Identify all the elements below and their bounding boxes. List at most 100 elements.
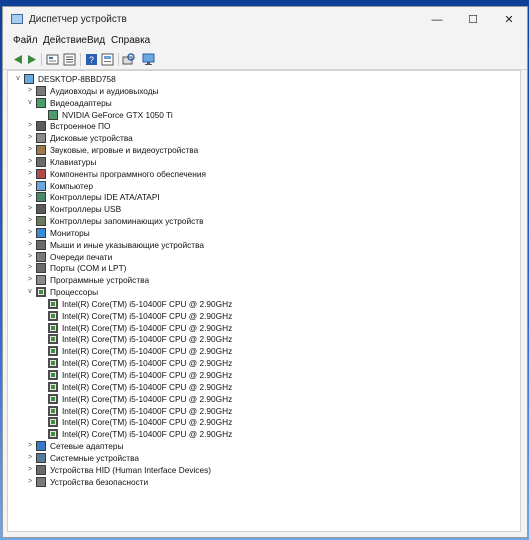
avito-watermark: Avito bbox=[420, 498, 528, 536]
keyboard-icon bbox=[36, 156, 46, 167]
hid-icon bbox=[36, 464, 46, 475]
help-icon[interactable]: ? bbox=[85, 53, 98, 66]
speaker-icon bbox=[36, 85, 46, 96]
ide-controller-icon bbox=[36, 192, 46, 203]
expand-chevron-icon[interactable]: > bbox=[26, 215, 34, 227]
port-icon bbox=[36, 263, 46, 274]
tree-item-label: Устройства HID (Human Interface Devices) bbox=[50, 464, 211, 475]
title-bar[interactable]: Диспетчер устройств — ☐ ✕ bbox=[3, 7, 527, 33]
details-icon[interactable] bbox=[101, 53, 114, 66]
tree-item-label: Процессоры bbox=[50, 287, 99, 298]
expand-chevron-icon[interactable]: > bbox=[26, 180, 34, 192]
scan-icon[interactable] bbox=[122, 53, 135, 66]
collapse-chevron-icon[interactable]: v bbox=[26, 286, 34, 298]
svg-text:?: ? bbox=[89, 55, 94, 65]
collapse-chevron-icon[interactable]: v bbox=[14, 73, 22, 85]
tree-item-label: Intel(R) Core(TM) i5-10400F CPU @ 2.90GH… bbox=[62, 346, 233, 357]
expand-chevron-icon[interactable]: > bbox=[26, 262, 34, 274]
watermark-text: Avito bbox=[460, 503, 517, 530]
sound-icon bbox=[36, 145, 46, 156]
tree-item-label: Intel(R) Core(TM) i5-10400F CPU @ 2.90GH… bbox=[62, 334, 233, 345]
tree-item-label: Видеоадаптеры bbox=[50, 97, 112, 108]
tree-item-label: Intel(R) Core(TM) i5-10400F CPU @ 2.90GH… bbox=[62, 298, 233, 309]
expand-chevron-icon[interactable]: > bbox=[26, 132, 34, 144]
processor-icon bbox=[48, 334, 58, 345]
forward-icon[interactable] bbox=[26, 53, 39, 66]
processor-icon bbox=[48, 405, 58, 416]
device-tree-pane[interactable]: v DESKTOP-8BBD758 > Аудиовходы и аудиовыход… bbox=[7, 70, 521, 532]
expand-chevron-icon[interactable]: > bbox=[26, 452, 34, 464]
computer-icon bbox=[24, 74, 34, 84]
toolbar: ? bbox=[3, 51, 527, 70]
expand-chevron-icon[interactable]: > bbox=[26, 203, 34, 215]
software-component-icon bbox=[36, 168, 46, 179]
tree-item-label: DESKTOP-8BBD758 bbox=[38, 74, 116, 84]
expand-chevron-icon[interactable]: > bbox=[26, 464, 34, 476]
tree-item-label: Контроллеры запоминающих устройств bbox=[50, 216, 204, 227]
toolbar-separator bbox=[41, 53, 42, 66]
monitor-icon bbox=[36, 227, 46, 238]
expand-chevron-icon[interactable]: > bbox=[26, 251, 34, 263]
tree-item-label: Intel(R) Core(TM) i5-10400F CPU @ 2.90GH… bbox=[62, 358, 233, 369]
processor-icon bbox=[36, 287, 46, 298]
processor-icon bbox=[48, 298, 58, 309]
tree-item-label: Звуковые, игровые и видеоустройства bbox=[50, 145, 199, 156]
expand-chevron-icon[interactable]: > bbox=[26, 144, 34, 156]
tree-item-label: Клавиатуры bbox=[50, 156, 97, 167]
logo-dot bbox=[442, 518, 452, 528]
expand-chevron-icon[interactable]: > bbox=[26, 227, 34, 239]
tree-item-label: Устройства безопасности bbox=[50, 476, 149, 487]
tree-item-label: Intel(R) Core(TM) i5-10400F CPU @ 2.90GH… bbox=[62, 429, 233, 440]
properties-icon[interactable] bbox=[46, 53, 59, 66]
expand-chevron-icon[interactable]: > bbox=[26, 274, 34, 286]
expand-chevron-icon[interactable]: > bbox=[26, 120, 34, 132]
network-adapter-icon bbox=[36, 441, 46, 452]
system-device-icon bbox=[36, 452, 46, 463]
tree-item-label: Встроенное ПО bbox=[50, 121, 111, 132]
computer-icon bbox=[36, 180, 46, 191]
device-manager-window: Диспетчер устройств — ☐ ✕ Файл Действие … bbox=[2, 6, 528, 538]
security-device-icon bbox=[36, 476, 46, 487]
expand-chevron-icon[interactable]: > bbox=[26, 239, 34, 251]
menu-action[interactable]: Действие bbox=[43, 35, 87, 46]
tree-item-label: Мыши и иные указывающие устройства bbox=[50, 239, 205, 250]
tree-item-label: Компоненты программного обеспечения bbox=[50, 168, 206, 179]
menu-file[interactable]: Файл bbox=[13, 35, 38, 46]
toolbar-separator bbox=[80, 53, 81, 66]
expand-chevron-icon[interactable]: > bbox=[26, 476, 34, 488]
tree-item-label: Аудиовходы и аудиовыходы bbox=[50, 85, 159, 96]
processor-icon bbox=[48, 370, 58, 380]
back-icon[interactable] bbox=[11, 53, 24, 66]
logo-dot bbox=[436, 504, 448, 516]
mouse-icon bbox=[36, 239, 46, 250]
window-title: Диспетчер устройств bbox=[29, 14, 127, 25]
collapse-chevron-icon[interactable]: v bbox=[26, 97, 34, 109]
monitor-icon[interactable] bbox=[142, 53, 155, 66]
expand-chevron-icon[interactable]: > bbox=[26, 168, 34, 180]
tree-item-label: Intel(R) Core(TM) i5-10400F CPU @ 2.90GH… bbox=[62, 393, 233, 404]
expand-chevron-icon[interactable]: > bbox=[26, 156, 34, 168]
menu-help[interactable]: Справка bbox=[111, 35, 150, 46]
display-adapter-icon bbox=[48, 109, 58, 120]
tree-item-label: Мониторы bbox=[50, 227, 90, 238]
menu-view[interactable]: Вид bbox=[87, 35, 105, 46]
list-icon[interactable] bbox=[63, 53, 76, 66]
processor-icon bbox=[48, 358, 58, 369]
toolbar-separator bbox=[118, 53, 119, 66]
expand-chevron-icon[interactable]: > bbox=[26, 191, 34, 203]
minimize-button[interactable]: — bbox=[417, 7, 457, 33]
processor-icon bbox=[48, 381, 58, 392]
expand-chevron-icon[interactable]: > bbox=[26, 440, 34, 452]
expand-chevron-icon[interactable]: > bbox=[26, 85, 34, 97]
maximize-button[interactable]: ☐ bbox=[453, 7, 493, 33]
tree-item-label: Контроллеры USB bbox=[50, 204, 122, 215]
processor-icon bbox=[48, 310, 58, 321]
avito-logo-icon bbox=[420, 502, 458, 532]
close-button[interactable]: ✕ bbox=[489, 7, 527, 33]
